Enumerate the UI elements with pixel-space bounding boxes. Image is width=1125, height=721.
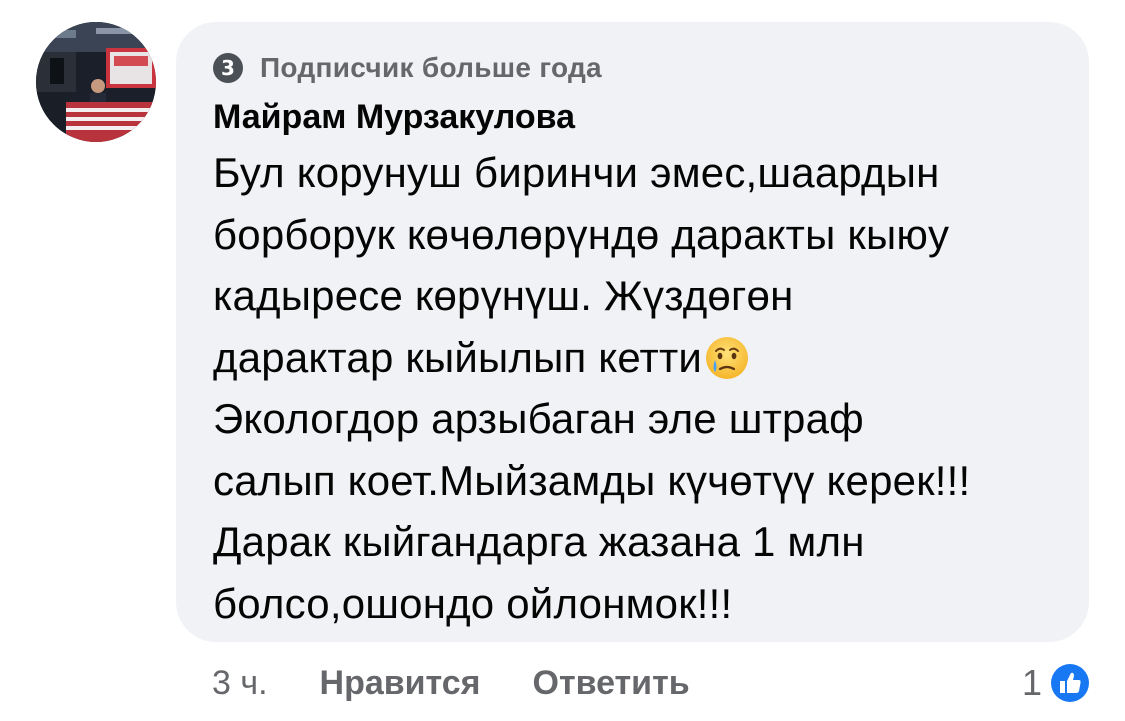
comment-thread: 3 Подписчик больше года Майрам Мурзакуло… [0,0,1125,721]
comment-text: Бул корунуш биринчи эмес,шаардын борбору… [213,142,1059,634]
comment-text-part-1: Бул корунуш биринчи эмес,шаардын борбору… [213,149,950,381]
reactions-summary[interactable]: 1 [1022,655,1092,711]
reply-button[interactable]: Ответить [533,664,690,703]
comment-timestamp[interactable]: 3 ч. [212,664,268,703]
comment-text-part-2: Экологдор арзыбаган эле штраф салып коет… [213,395,971,627]
author-name[interactable]: Майрам Мурзакулова [213,94,1059,140]
badge-level-icon: 3 [213,53,243,83]
crying-face-emoji [706,336,749,379]
like-icon [1049,662,1091,704]
avatar[interactable] [36,22,156,142]
like-button[interactable]: Нравится [320,664,481,703]
reaction-count: 1 [1021,662,1042,703]
avatar-image [36,22,156,142]
comment-actions: 3 ч. Нравится Ответить 1 [212,655,1092,711]
badge-label: Подписчик больше года [260,52,602,83]
follower-badge[interactable]: 3 Подписчик больше года [213,48,1059,88]
comment-bubble: 3 Подписчик больше года Майрам Мурзакуло… [176,22,1089,642]
